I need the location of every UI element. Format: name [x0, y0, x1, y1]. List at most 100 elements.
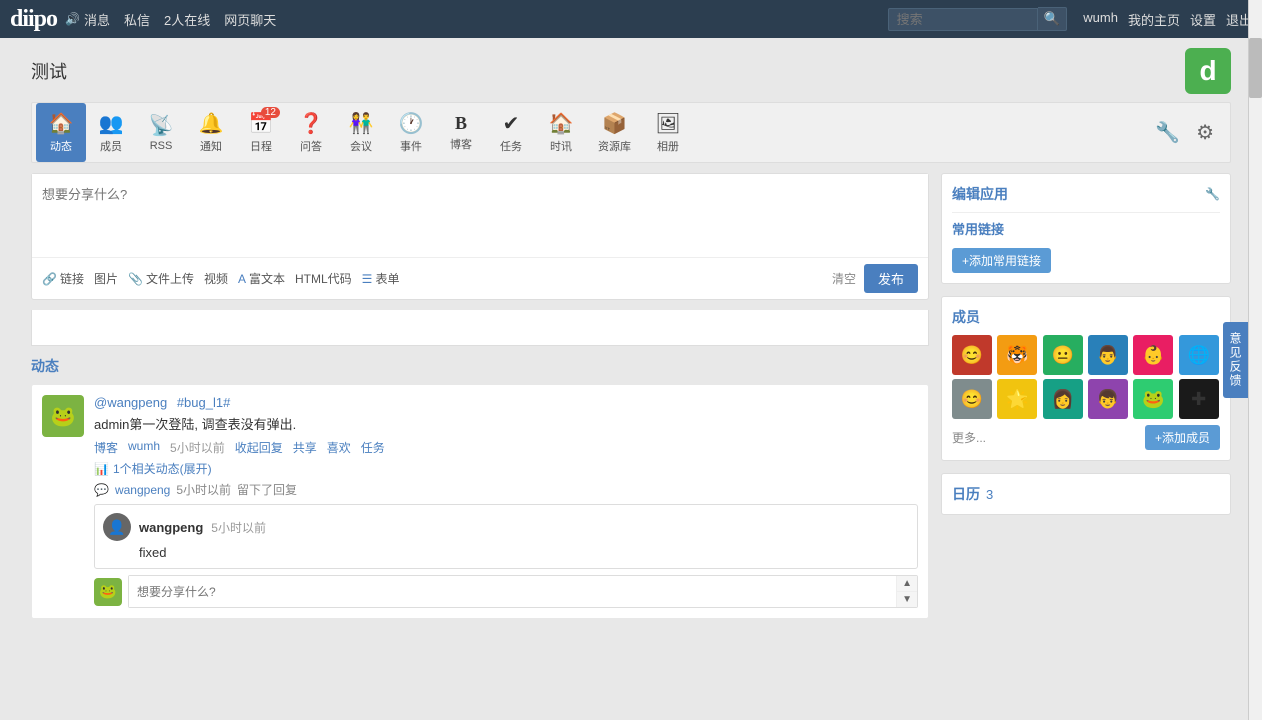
activity-section-header: 动态	[31, 356, 929, 376]
tab-album[interactable]: 🖼 相册	[643, 103, 693, 162]
share-link[interactable]: 共享	[293, 439, 317, 456]
tab-meeting[interactable]: 👫 会议	[336, 103, 386, 162]
source-label[interactable]: 博客	[94, 439, 118, 456]
notify-icon: 🔔	[199, 111, 224, 136]
member-avatar-2[interactable]: 🐯	[997, 335, 1037, 375]
add-member-button[interactable]: +添加成员	[1145, 425, 1220, 450]
calendar-count: 3	[986, 487, 993, 502]
scrollbar-thumb[interactable]	[1249, 38, 1262, 98]
member-avatar-5[interactable]: 👶	[1133, 335, 1173, 375]
tool-form[interactable]: ☰ 表单	[362, 270, 400, 287]
tab-tasks[interactable]: ✔ 任务	[486, 103, 536, 162]
main-wrapper: 测试 d 🏠 动态 👥 成员 📡 RSS 🔔 通知 12 📅 日程 ❓ 问答	[11, 38, 1251, 641]
outer-scrollbar[interactable]	[1248, 0, 1262, 720]
nav-my-home[interactable]: 我的主页	[1128, 10, 1180, 29]
related-expand[interactable]: 1个相关动态(展开)	[113, 460, 212, 477]
like-link[interactable]: 喜欢	[327, 439, 351, 456]
tool-html[interactable]: HTML代码	[295, 270, 352, 287]
tab-blog-label: 博客	[450, 136, 472, 152]
tool-upload[interactable]: 📎 文件上传	[128, 270, 194, 287]
tab-calendar-label: 日程	[250, 138, 272, 154]
reply-input[interactable]	[129, 576, 896, 607]
resources-icon: 📦	[602, 111, 627, 136]
sound-icon: 🔊	[65, 12, 80, 26]
edit-divider	[952, 212, 1220, 213]
nav-username[interactable]: wumh	[1083, 10, 1118, 29]
nav-private[interactable]: 私信	[124, 10, 150, 29]
feedback-tab[interactable]: 意见反馈	[1223, 322, 1248, 398]
nav-online[interactable]: 2人在线	[164, 10, 210, 29]
tab-album-label: 相册	[657, 138, 679, 154]
reply-expand-btn[interactable]: ▲	[897, 576, 917, 592]
members-header: 成员	[952, 307, 1220, 327]
tab-rss[interactable]: 📡 RSS	[136, 105, 186, 160]
member-avatar-12[interactable]: ✚	[1179, 379, 1219, 419]
member-avatar-1[interactable]: 😊	[952, 335, 992, 375]
tool-rich[interactable]: A 富文本	[238, 270, 285, 287]
tab-activity[interactable]: 🏠 动态	[36, 103, 86, 162]
member-avatar-11[interactable]: 🐸	[1133, 379, 1173, 419]
source-user[interactable]: wumh	[128, 439, 160, 456]
related-activity[interactable]: 📊 1个相关动态(展开)	[94, 460, 918, 477]
edit-app-section: 编辑应用 🔧 常用链接 +添加常用链接	[941, 173, 1231, 284]
search-button[interactable]: 🔍	[1038, 7, 1068, 31]
tab-rss-label: RSS	[150, 140, 173, 152]
reply-collapse-btn[interactable]: ▼	[897, 592, 917, 607]
tool-link[interactable]: 🔗 链接	[42, 270, 84, 287]
tool-image[interactable]: 图片	[94, 270, 118, 287]
reply-input-avatar: 🐸	[94, 578, 122, 606]
form-label: 表单	[375, 270, 399, 287]
reply-user-link[interactable]: wangpeng	[115, 483, 170, 497]
calendar-badge: 12	[261, 107, 280, 118]
nav-messages[interactable]: 消息	[84, 10, 110, 29]
tab-notify[interactable]: 🔔 通知	[186, 103, 236, 162]
collapse-reply-link[interactable]: 收起回复	[235, 439, 283, 456]
clear-button[interactable]: 清空	[832, 270, 856, 287]
related-icon: 📊	[94, 462, 109, 476]
tab-resources[interactable]: 📦 资源库	[586, 103, 643, 162]
nav-webchat[interactable]: 网页聊天	[224, 10, 276, 29]
blog-icon: B	[455, 113, 467, 134]
search-input[interactable]	[888, 8, 1038, 31]
task-link[interactable]: 任务	[361, 439, 385, 456]
member-avatar-9[interactable]: 👩	[1043, 379, 1083, 419]
tab-members[interactable]: 👥 成员	[86, 103, 136, 162]
reply-avatar: 👤	[103, 513, 131, 541]
tab-blog[interactable]: B 博客	[436, 105, 486, 160]
nav-settings[interactable]: 设置	[1190, 10, 1216, 29]
member-avatar-10[interactable]: 👦	[1088, 379, 1128, 419]
wrench-icon[interactable]: 🔧	[1151, 116, 1184, 149]
video-label: 视频	[204, 270, 228, 287]
activity-user-link[interactable]: @wangpeng	[94, 395, 167, 410]
member-avatar-7[interactable]: 😊	[952, 379, 992, 419]
members-more-link[interactable]: 更多...	[952, 429, 986, 446]
member-avatar-4[interactable]: 👨	[1088, 335, 1128, 375]
reply-line: 💬 wangpeng 5小时以前 留下了回复	[94, 481, 918, 498]
activity-tag-link[interactable]: #bug_l1#	[177, 395, 231, 410]
paperclip-icon: 📎	[128, 272, 143, 286]
gear-icon[interactable]: ⚙	[1192, 116, 1218, 149]
tab-settings-area: 🔧 ⚙	[1143, 116, 1226, 149]
qa-icon: ❓	[299, 111, 324, 136]
app-icon: d	[1185, 48, 1231, 94]
reply-input-row: 🐸 ▲ ▼	[94, 575, 918, 608]
post-textarea[interactable]	[32, 174, 928, 254]
tab-news[interactable]: 🏠 时讯	[536, 103, 586, 162]
activity-meta: 博客 wumh 5小时以前 收起回复 共享 喜欢 任务	[94, 439, 918, 456]
calendar-header: 日历 3	[952, 484, 1220, 504]
activity-icon: 🏠	[49, 111, 74, 136]
tab-events[interactable]: 🕐 事件	[386, 103, 436, 162]
member-avatar-3[interactable]: 😐	[1043, 335, 1083, 375]
tool-video[interactable]: 视频	[204, 270, 228, 287]
add-link-button[interactable]: +添加常用链接	[952, 248, 1051, 273]
activity-links: @wangpeng #bug_l1#	[94, 395, 918, 410]
publish-button[interactable]: 发布	[864, 264, 918, 293]
member-avatar-8[interactable]: 🌟	[997, 379, 1037, 419]
tab-qa[interactable]: ❓ 问答	[286, 103, 336, 162]
tab-calendar[interactable]: 12 📅 日程	[236, 103, 286, 162]
right-sidebar: 编辑应用 🔧 常用链接 +添加常用链接 成员 😊 🐯	[941, 173, 1231, 631]
tab-qa-label: 问答	[300, 138, 322, 154]
member-avatar-6[interactable]: 🌐	[1179, 335, 1219, 375]
edit-app-icon[interactable]: 🔧	[1205, 187, 1220, 201]
post-box: 🔗 链接 图片 📎 文件上传 视频 A 富文本	[31, 173, 929, 300]
